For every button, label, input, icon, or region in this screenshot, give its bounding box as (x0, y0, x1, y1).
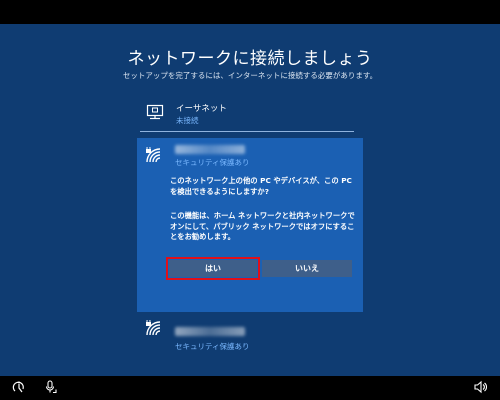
ease-of-access-icon[interactable] (12, 380, 26, 394)
network-name-redacted (175, 327, 245, 336)
setup-window: ネットワークに接続しましょう セットアップを完了するには、インターネットに接続す… (0, 24, 500, 376)
discovery-question: このネットワーク上の他の PC やデバイスが、この PC を検出できるようにしま… (170, 176, 352, 196)
wifi-secured-icon (146, 147, 161, 163)
page-title: ネットワークに接続しましょう (127, 49, 373, 69)
discovery-explanation: この機能は、ホーム ネットワークと社内ネットワークでオンにして、パブリック ネッ… (170, 211, 355, 241)
network-status: 未接続 (176, 116, 199, 125)
screen: ネットワークに接続しましょう セットアップを完了するには、インターネットに接続す… (0, 0, 500, 400)
page-subtitle: セットアップを完了するには、インターネットに接続する必要があります。 (122, 71, 378, 80)
volume-icon[interactable] (473, 380, 487, 394)
no-button[interactable]: いいえ (262, 260, 352, 277)
microphone-icon[interactable] (44, 380, 58, 394)
network-name-redacted (175, 145, 245, 154)
network-status: セキュリティ保護あり (175, 158, 250, 167)
network-name: イーサネット (176, 104, 227, 114)
ethernet-icon (146, 104, 164, 120)
network-status: セキュリティ保護あり (175, 342, 250, 351)
yes-button[interactable]: はい (166, 257, 260, 280)
wifi-secured-icon (146, 320, 161, 336)
divider (140, 131, 354, 132)
